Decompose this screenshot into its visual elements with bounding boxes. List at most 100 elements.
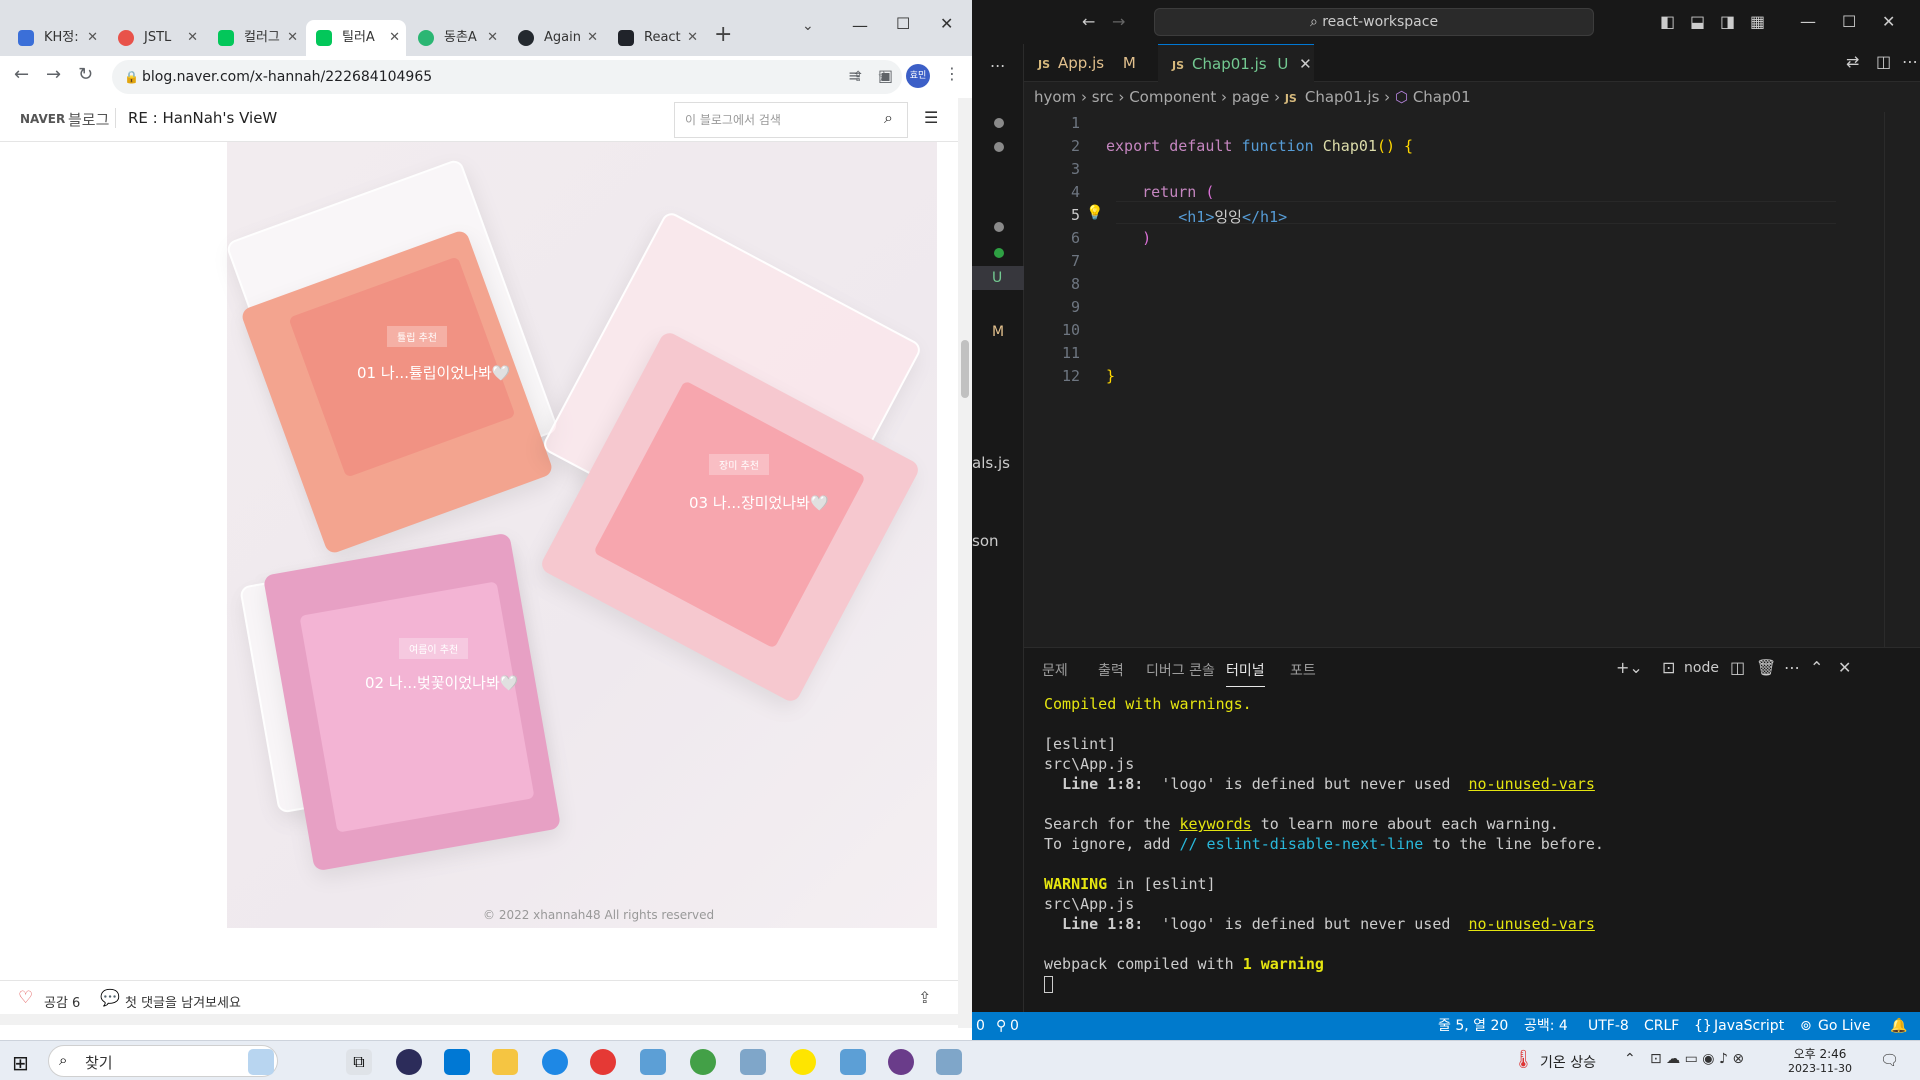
like-count[interactable]: 공감 6 [44,992,80,1011]
app-icon[interactable] [640,1049,666,1075]
scrollbar-thumb[interactable] [961,340,969,398]
task-view-icon[interactable]: ⧉ [346,1049,372,1075]
split-terminal-icon[interactable]: ◫ [1730,658,1745,678]
github-desktop-icon[interactable] [888,1049,914,1075]
reload-icon[interactable]: ↻ [78,64,93,85]
tab-debug-console[interactable]: 디버그 콘솔 [1146,660,1215,680]
breadcrumb-item[interactable]: Chap01 [1413,88,1471,106]
tab-search-icon[interactable]: ⌄ [802,18,814,34]
back-arrow-icon[interactable]: ← [1082,12,1095,32]
maximize-panel-icon[interactable]: ⌃ [1810,658,1823,678]
explorer-file-label[interactable]: als.js [972,454,1010,472]
close-tab-icon[interactable]: ✕ [587,20,598,56]
chrome-menu-icon[interactable]: ⋮ [944,64,960,83]
forward-arrow-icon[interactable]: → [1112,12,1125,32]
tab-problems[interactable]: 문제 [1042,660,1068,680]
layout-icon[interactable]: ▦ [1750,12,1765,32]
windows-start-icon[interactable]: ⊞ [12,1051,29,1075]
close-tab-icon[interactable]: ✕ [389,20,400,56]
side-panel-icon[interactable]: ▣ [878,66,893,85]
close-tab-icon[interactable]: ✕ [87,20,98,56]
minimap[interactable] [1884,112,1920,647]
indentation[interactable]: 공백: 4 [1524,1012,1568,1040]
toggle-secondary-sidebar-icon[interactable]: ◨ [1720,12,1735,32]
more-actions-icon[interactable]: ⋯ [1784,658,1800,678]
terminal-output[interactable]: Compiled with warnings. [eslint] src\App… [1044,694,1604,994]
close-window-icon[interactable]: ✕ [1882,12,1895,32]
breadcrumb-item[interactable]: Component [1129,88,1216,106]
language-mode[interactable]: JavaScript [1714,1012,1784,1040]
naver-logo[interactable]: NAVER [20,112,65,126]
lightbulb-icon[interactable]: 💡 [1086,205,1103,221]
browser-tab[interactable]: JSTL ✕ [108,20,204,60]
tab-terminal[interactable]: 터미널 [1226,660,1265,687]
terminal-name[interactable]: node [1684,660,1719,676]
heart-icon[interactable]: ♡ [18,988,33,1008]
edge-icon[interactable] [542,1049,568,1075]
vscode-icon[interactable] [444,1049,470,1075]
kakaotalk-icon[interactable] [790,1049,816,1075]
more-actions-icon[interactable]: ⋯ [1902,52,1918,72]
search-highlight-icon[interactable] [248,1049,274,1075]
profile-avatar[interactable]: 효민 [906,64,930,88]
trash-icon[interactable]: 🗑 [1756,658,1776,678]
minimize-icon[interactable]: — [852,16,868,35]
browser-tab[interactable]: 동촌A ✕ [408,20,504,60]
command-center-search[interactable]: ⌕ react-workspace [1154,8,1594,36]
cursor-position[interactable]: 줄 5, 열 20 [1438,1012,1508,1040]
spring-tool-icon[interactable] [690,1049,716,1075]
maximize-icon[interactable]: ☐ [1842,12,1856,32]
app-icon[interactable] [840,1049,866,1075]
errors-count[interactable]: 0 [976,1012,985,1040]
app-icon[interactable] [936,1049,962,1075]
browser-tab-active[interactable]: 틸러A ✕ [306,20,406,60]
app-icon[interactable] [740,1049,766,1075]
toggle-sidebar-icon[interactable]: ◧ [1660,12,1675,32]
new-terminal-icon[interactable]: +⌄ [1616,658,1643,678]
line-endings[interactable]: CRLF [1644,1012,1679,1040]
tray-chevron-icon[interactable]: ⌃ [1624,1051,1636,1067]
tray-icons[interactable]: ⊡ ☁ ▭ ◉ ♪ ⊗ [1650,1051,1744,1067]
ports-icon[interactable]: ⚲ [996,1012,1006,1040]
close-tab-icon[interactable]: ✕ [687,20,698,56]
blog-title[interactable]: RE : HanNah's VieW [128,109,277,127]
browser-tab[interactable]: Again ✕ [508,20,604,60]
search-icon[interactable]: ⌕ [884,108,893,128]
code-editor[interactable]: 1 2 3 4 5 6 7 8 9 10 11 12 export defaul… [1024,112,1920,647]
encoding[interactable]: UTF-8 [1588,1012,1629,1040]
browser-tab[interactable]: React ✕ [608,20,704,60]
close-tab-icon[interactable]: ✕ [287,20,298,56]
close-panel-icon[interactable]: ✕ [1838,658,1851,678]
browser-tab[interactable]: KH정: ✕ [8,20,104,60]
ports-count[interactable]: 0 [1010,1012,1019,1040]
toggle-panel-icon[interactable]: ⬓ [1690,12,1705,32]
blog-menu-icon[interactable]: ☰ [924,108,938,127]
comment-prompt[interactable]: 첫 댓글을 남겨보세요 [125,992,241,1011]
close-tab-icon[interactable]: ✕ [487,20,498,56]
clock-date[interactable]: 2023-11-30 [1782,1062,1858,1075]
tab-app-js[interactable]: JS App.js M [1024,44,1158,82]
minimize-icon[interactable]: — [1800,12,1816,32]
address-bar[interactable]: 🔒 blog.naver.com/x-hannah/222684104965 ⇪… [112,60,902,94]
new-tab-button[interactable]: + [714,22,732,47]
breadcrumb-item[interactable]: Chap01.js [1305,88,1380,106]
file-explorer-icon[interactable] [492,1049,518,1075]
forward-arrow-icon[interactable]: → [46,64,61,85]
browser-tab[interactable]: 컬러그 ✕ [208,20,304,60]
explorer-file-label[interactable]: son [972,532,999,550]
notifications-icon[interactable]: 🗨 [1880,1051,1899,1069]
comment-icon[interactable]: 💬 [100,988,120,1007]
horizontal-scrollbar[interactable] [0,1014,958,1025]
blog-search-input[interactable]: 이 블로그에서 검색 [674,102,908,138]
eclipse-icon[interactable] [396,1049,422,1075]
breadcrumb-item[interactable]: hyom [1034,88,1076,106]
chrome-icon[interactable] [590,1049,616,1075]
maximize-icon[interactable]: ☐ [896,14,910,33]
reading-list-icon[interactable]: ≡ [848,66,861,85]
share-post-icon[interactable]: ⇪ [918,988,931,1007]
clock-time[interactable]: 오후 2:46 [1790,1045,1850,1062]
tab-chap01-js[interactable]: JS Chap01.js U ✕ [1158,44,1314,82]
go-live-button[interactable]: Go Live [1818,1012,1870,1040]
close-tab-icon[interactable]: ✕ [1299,55,1312,73]
breadcrumb-item[interactable]: src [1092,88,1114,106]
